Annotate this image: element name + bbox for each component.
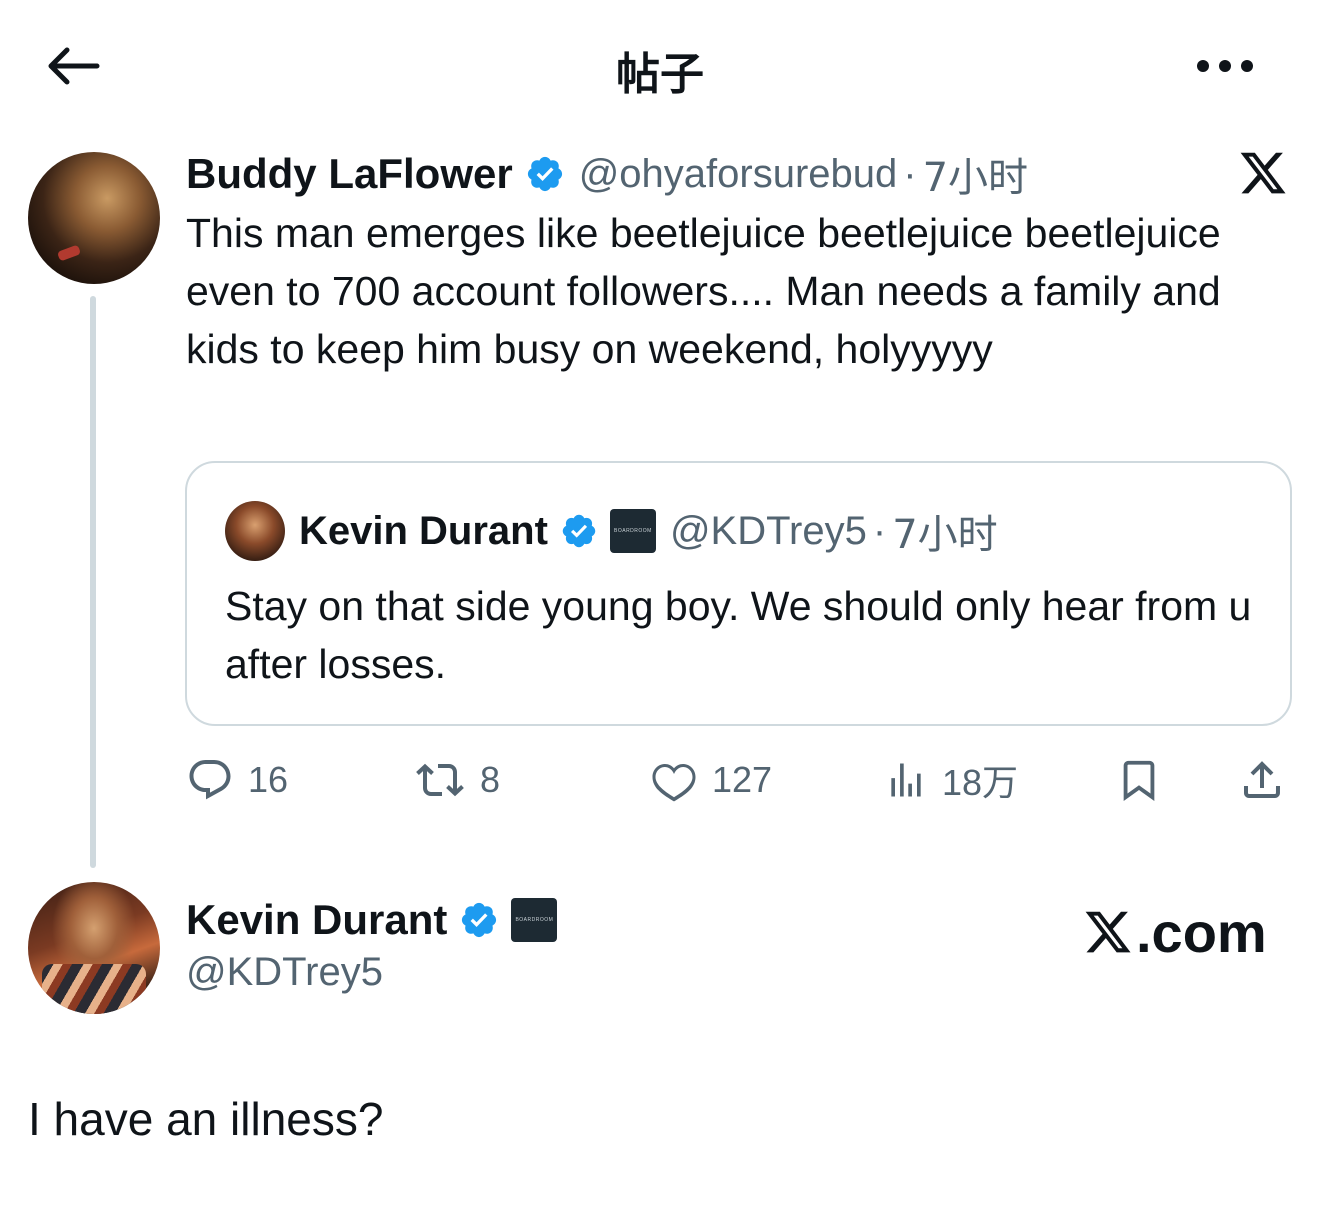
verified-badge-icon [459,900,499,940]
avatar[interactable] [28,152,160,284]
share-icon [1244,761,1280,798]
x-logo-icon [1234,144,1292,202]
views-button[interactable]: 18万 [884,750,1018,810]
quoted-tweet-time: 7小时 [892,512,998,558]
quoted-tweet-card[interactable]: Kevin Durant BOARDROOM @KDTrey5 · 7小时 St… [185,461,1292,726]
reply-author-row: Kevin Durant BOARDROOM [186,894,558,946]
more-button[interactable] [1190,42,1260,90]
quoted-author-name: Kevin Durant [299,508,548,553]
tweet-author-row: Buddy LaFlower @ohyaforsurebud · 7小时 [186,145,1028,203]
reply-icon [189,760,231,800]
heart-icon [652,763,696,802]
reply-tweet-text: I have an illness? [28,1093,384,1145]
thread-connector-line [90,296,96,868]
quoted-tweet-text: Stay on that side young boy. We should o… [225,583,1252,687]
quoted-author-handle: @KDTrey5 [669,508,867,553]
like-button[interactable]: 127 [650,750,772,810]
top-bar: 帖子 [0,0,1320,130]
x-logo-icon [1085,911,1131,953]
views-count: 18万 [942,762,1019,803]
page-title: 帖子 [616,49,704,100]
quoted-author-row: Kevin Durant BOARDROOM @KDTrey5 · 7小时 [299,505,998,559]
x-com-watermark: .com [1082,900,1267,964]
like-count: 127 [712,759,773,800]
reply-author-handle[interactable]: @KDTrey5 [186,950,383,995]
author-name[interactable]: Buddy LaFlower [186,150,513,198]
analytics-icon [891,763,921,797]
tweet-actions-bar: 16 8 127 18万 [186,750,1296,810]
reply-author-name[interactable]: Kevin Durant [186,896,447,944]
tweet-text: This man emerges like beetlejuice beetle… [186,210,1221,372]
bookmark-button[interactable] [1116,750,1162,810]
separator-dot: · [872,508,887,553]
bookmark-icon [1123,760,1155,801]
more-horizontal-icon [1197,60,1253,72]
author-handle[interactable]: @ohyaforsurebud [579,152,898,197]
affiliate-badge[interactable]: BOARDROOM [511,898,558,942]
reply-count: 16 [248,759,289,800]
affiliate-badge: BOARDROOM [609,509,656,553]
separator-dot: · [903,151,917,196]
brand-suffix: .com [1136,900,1267,964]
tweet-time[interactable]: 7小时 [923,145,1028,203]
repost-icon [416,763,464,797]
verified-badge-icon [525,154,565,194]
quoted-avatar [225,501,285,561]
repost-count: 8 [480,759,501,800]
avatar[interactable] [28,882,160,1014]
repost-button[interactable]: 8 [414,750,500,810]
share-button[interactable] [1238,750,1286,810]
verified-badge-icon [560,512,598,550]
reply-button[interactable]: 16 [186,750,288,810]
